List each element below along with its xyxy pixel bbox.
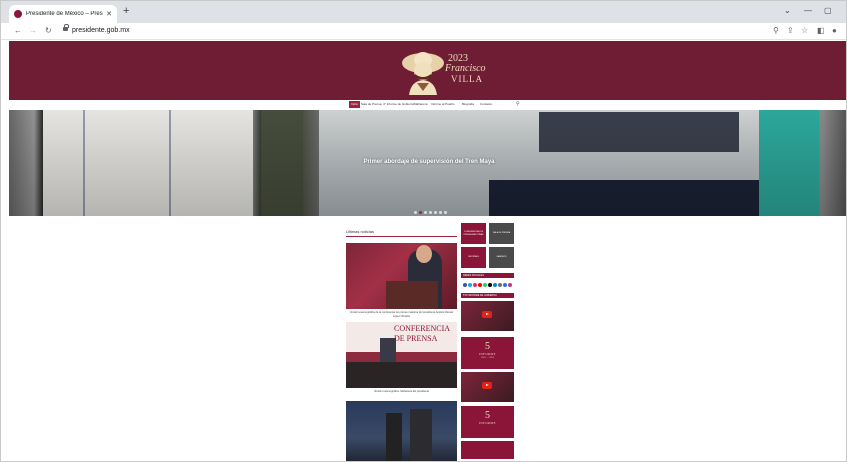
carousel-dot[interactable] [424, 211, 427, 214]
social-network-icon[interactable] [488, 283, 492, 287]
person-figure [386, 413, 402, 461]
informe-banner[interactable]: 5 INFORME 2022 — 2023 [461, 337, 514, 369]
nav-item-contacto[interactable]: Contacto [480, 102, 492, 107]
browser-tab[interactable]: Presidente de México – Preside ✕ [9, 5, 117, 23]
social-network-icon[interactable] [478, 283, 482, 287]
francisco-villa-portrait-icon [402, 52, 444, 95]
maximize-icon[interactable]: ▢ [824, 6, 832, 15]
bottom-banner[interactable] [461, 441, 514, 459]
social-network-icon[interactable] [468, 283, 472, 287]
podium [386, 281, 438, 309]
news-heading: Últimas noticias [346, 229, 375, 234]
nav-item-informe-pueblo[interactable]: Informe al Pueblo [431, 102, 455, 107]
social-network-icon[interactable] [473, 283, 477, 287]
informe-label: INFORME [478, 421, 496, 425]
profile-icon[interactable]: ● [832, 26, 837, 36]
news-caption[interactable]: Versión estenográfica. Mañanera del pres… [346, 390, 457, 394]
informe-banner-small[interactable]: 5 INFORME [461, 406, 514, 438]
site-search-icon[interactable]: ⚲ [516, 101, 520, 107]
logo-name: Francisco [445, 63, 486, 74]
site-favicon-icon [14, 10, 22, 18]
reload-icon[interactable]: ↻ [45, 26, 52, 36]
press-banner-line-1: CONFERENCIA [394, 324, 451, 333]
carousel-dot[interactable] [414, 211, 417, 214]
press-banner: CONFERENCIA DE PRENSA [346, 322, 457, 352]
youtube-play-icon[interactable] [482, 382, 492, 389]
report-heading: 5TO INFORME DE GOBIERNO [461, 293, 514, 298]
youtube-play-icon[interactable] [482, 311, 492, 318]
site-logo[interactable]: 2023 Francisco VILLA [401, 47, 491, 95]
hero-carousel[interactable]: Primer abordaje de supervisión del Tren … [9, 110, 846, 216]
social-network-icon[interactable] [493, 283, 497, 287]
close-tab-icon[interactable]: ✕ [106, 11, 112, 18]
new-tab-icon[interactable]: + [123, 6, 129, 17]
nav-item-informe-gobierno[interactable]: 4° Informe de Gobierno [383, 102, 414, 107]
social-network-icon[interactable] [483, 283, 487, 287]
social-network-icon[interactable] [508, 283, 512, 287]
social-network-icon[interactable] [498, 283, 502, 287]
tab-title: Presidente de México – Preside [26, 11, 104, 17]
browser-toolbar: ← → ↻ presidente.gob.mx ⚲ ⇪ ☆ ◧ ● [1, 23, 846, 40]
sidebar-tile-informes[interactable]: INFORMES [461, 247, 486, 268]
forward-arrow-icon[interactable]: → [29, 26, 37, 36]
sidebar-tile-conferencias[interactable]: CONFERENCIAS DE PRENSA MATUTINAS [461, 223, 486, 244]
site-nav: Inicio Sala de Prensa 4° Informe de Gobi… [9, 100, 846, 110]
nav-item-biografia[interactable]: Biografía [462, 102, 474, 107]
social-icons [463, 283, 512, 287]
news-caption[interactable]: Versión estenográfica de la conferencia … [346, 311, 457, 319]
address-bar[interactable]: presidente.gob.mx [72, 26, 130, 36]
news-card[interactable]: CONFERENCIA DE PRENSA Versión estenográf… [346, 322, 457, 394]
video-thumbnail[interactable] [461, 372, 514, 402]
social-network-icon[interactable] [463, 283, 467, 287]
news-heading-rule [346, 236, 457, 237]
social-network-icon[interactable] [503, 283, 507, 287]
tab-strip: Presidente de México – Preside ✕ + ⌄ — ▢ [1, 1, 846, 23]
social-heading: REDES SOCIALES [461, 273, 514, 278]
carousel-dot[interactable] [419, 211, 422, 214]
informe-number: 5 [485, 410, 490, 421]
share-icon[interactable]: ⇪ [787, 26, 794, 36]
news-image[interactable] [346, 401, 457, 461]
news-image[interactable] [346, 243, 457, 309]
carousel-dot[interactable] [429, 211, 432, 214]
audience [346, 362, 457, 388]
carousel-dot[interactable] [439, 211, 442, 214]
informe-years: 2022 — 2023 [480, 356, 495, 359]
carousel-indicators [414, 211, 447, 214]
carousel-dot[interactable] [444, 211, 447, 214]
site-header: 2023 Francisco VILLA [9, 41, 846, 100]
carousel-dot[interactable] [434, 211, 437, 214]
press-banner-text: CONFERENCIA DE PRENSA [394, 324, 450, 344]
logo-surname: VILLA [451, 74, 483, 84]
video-thumbnail[interactable] [461, 301, 514, 331]
person-figure [410, 409, 432, 461]
nav-item-sala-de-prensa[interactable]: Sala de Prensa [361, 102, 382, 107]
speaker-head [416, 245, 432, 263]
news-card[interactable]: Versión estenográfica de la conferencia … [346, 243, 457, 319]
tab-search-chevron-icon[interactable]: ⌄ [784, 6, 791, 15]
nav-item-mananera[interactable]: Mañanera [414, 102, 428, 107]
lock-icon[interactable] [63, 24, 69, 33]
nav-item-inicio[interactable]: Inicio [349, 101, 361, 108]
minimize-icon[interactable]: — [804, 6, 812, 15]
browser-window: Presidente de México – Preside ✕ + ⌄ — ▢… [0, 0, 847, 462]
press-banner-line-2: DE PRENSA [394, 334, 438, 343]
search-icon[interactable]: ⚲ [773, 26, 779, 36]
sidebar-tile-gabinete[interactable]: GABINETE [489, 247, 514, 268]
hero-caption[interactable]: Primer abordaje de supervisión del Tren … [309, 159, 549, 165]
back-arrow-icon[interactable]: ← [14, 26, 22, 36]
sidebar-tile-sala-prensa[interactable]: SALA DE PRENSA [489, 223, 514, 244]
news-image[interactable]: CONFERENCIA DE PRENSA [346, 322, 457, 388]
side-panel-icon[interactable]: ◧ [817, 26, 825, 36]
bookmark-star-icon[interactable]: ☆ [801, 26, 808, 36]
informe-number: 5 [485, 341, 490, 352]
news-card[interactable] [346, 401, 457, 461]
